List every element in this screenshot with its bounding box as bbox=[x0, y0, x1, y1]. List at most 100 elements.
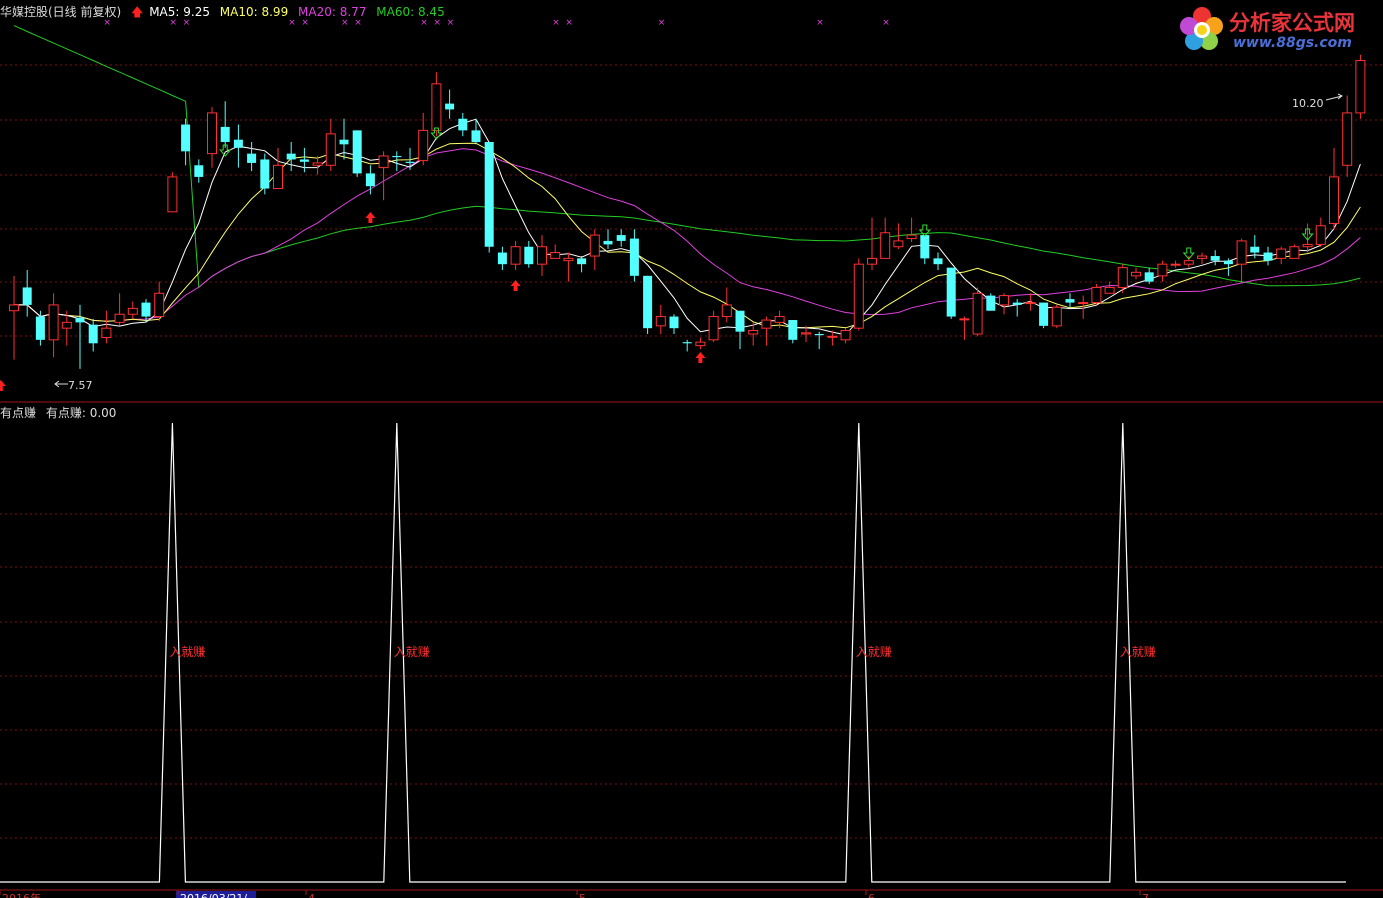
candle bbox=[735, 310, 745, 350]
candle bbox=[127, 301, 138, 319]
candle bbox=[788, 320, 798, 344]
candle-body bbox=[325, 133, 336, 166]
cross-mark: × bbox=[816, 18, 824, 28]
candle-body bbox=[524, 246, 534, 265]
candle bbox=[840, 328, 851, 344]
candle-body bbox=[563, 257, 574, 262]
candle bbox=[9, 275, 19, 360]
candle-body bbox=[510, 246, 521, 265]
candle-body bbox=[788, 320, 798, 340]
candle bbox=[603, 229, 613, 250]
candle bbox=[325, 118, 336, 172]
cross-mark: × bbox=[552, 18, 560, 28]
candle bbox=[1104, 281, 1115, 294]
candle-body bbox=[1104, 286, 1115, 294]
candle-body bbox=[1276, 248, 1287, 259]
candle-body bbox=[22, 287, 32, 305]
candle-body bbox=[655, 316, 666, 327]
logo-text: 分析家公式网 bbox=[1229, 11, 1355, 35]
chart-header: 华媒控股(日线 前复权) 🡅 MA5: 9.25 MA10: 8.99 MA20… bbox=[0, 3, 451, 24]
candle bbox=[682, 339, 692, 352]
candle bbox=[880, 217, 891, 259]
candle bbox=[1289, 244, 1300, 259]
candle bbox=[1039, 302, 1049, 329]
candle-body bbox=[537, 246, 547, 265]
candle bbox=[101, 310, 112, 344]
signal-label: 入就赚 bbox=[169, 644, 205, 659]
candle-body bbox=[418, 129, 429, 162]
candle-body bbox=[378, 155, 389, 169]
candle-body bbox=[1342, 112, 1353, 166]
candle bbox=[114, 293, 125, 326]
candle-body bbox=[194, 165, 204, 177]
candle-body bbox=[1183, 260, 1194, 265]
candle-body bbox=[801, 332, 811, 335]
candle-body bbox=[603, 240, 613, 245]
candle-body bbox=[101, 327, 112, 338]
candle bbox=[629, 229, 639, 282]
candle-body bbox=[181, 124, 191, 152]
candle-body bbox=[48, 304, 59, 341]
candle bbox=[972, 287, 983, 337]
candle bbox=[233, 124, 243, 168]
candle-body bbox=[75, 317, 85, 323]
moving-average-lines bbox=[13, 25, 1361, 336]
candle bbox=[181, 118, 191, 166]
candle-body bbox=[273, 164, 283, 190]
candle-body bbox=[695, 341, 706, 347]
candle-body bbox=[946, 267, 956, 317]
candle-body bbox=[114, 313, 125, 323]
candle bbox=[761, 316, 772, 346]
candle-body bbox=[352, 130, 362, 174]
candle bbox=[721, 287, 732, 323]
candle-body bbox=[9, 304, 19, 312]
candle-body bbox=[972, 292, 983, 335]
candle bbox=[1170, 260, 1181, 268]
price-grid bbox=[0, 64, 1383, 839]
candle bbox=[537, 235, 547, 276]
candle-body bbox=[1236, 240, 1247, 265]
candle-body bbox=[721, 304, 732, 318]
candle-body bbox=[167, 176, 178, 213]
candle-body bbox=[339, 139, 349, 145]
candle bbox=[75, 304, 85, 369]
candle bbox=[365, 165, 375, 195]
candle-body bbox=[774, 316, 785, 323]
candle bbox=[458, 112, 468, 137]
candle-body bbox=[589, 234, 600, 257]
candle bbox=[933, 252, 943, 270]
candle bbox=[999, 293, 1009, 315]
candle bbox=[853, 258, 864, 331]
axis-label: 2016/03/21/- bbox=[180, 892, 251, 898]
candle bbox=[445, 89, 455, 119]
candle bbox=[1197, 252, 1207, 265]
candle bbox=[550, 244, 561, 259]
candle bbox=[220, 101, 230, 148]
candle-body bbox=[1157, 263, 1168, 277]
stock-chart[interactable]: ×××××××××××××××10.207.57 入就赚入就赚入就赚入就赚 20… bbox=[0, 0, 1383, 898]
candle bbox=[1263, 246, 1273, 266]
candle bbox=[273, 147, 283, 190]
candle bbox=[497, 246, 507, 270]
axis-label: 5 bbox=[579, 892, 586, 898]
candle bbox=[1236, 238, 1247, 282]
candle bbox=[1157, 260, 1168, 282]
candle-body bbox=[286, 153, 296, 160]
candle bbox=[1342, 95, 1353, 177]
candle-body bbox=[392, 155, 402, 158]
candle bbox=[352, 130, 362, 177]
candle-body bbox=[933, 258, 943, 265]
candle-body bbox=[748, 330, 759, 335]
candle-body bbox=[1197, 255, 1207, 259]
candle bbox=[1210, 250, 1220, 266]
candle-body bbox=[458, 118, 468, 131]
ma10-label: MA10: 8.99 bbox=[219, 5, 289, 19]
candle bbox=[22, 270, 32, 317]
axis-label: 4 bbox=[308, 892, 315, 898]
axis-label: 7 bbox=[1142, 892, 1149, 898]
candle-body bbox=[682, 342, 692, 344]
candle bbox=[194, 159, 204, 183]
candle-body bbox=[880, 232, 891, 259]
candle-body bbox=[233, 139, 243, 148]
candle-body bbox=[88, 324, 98, 344]
